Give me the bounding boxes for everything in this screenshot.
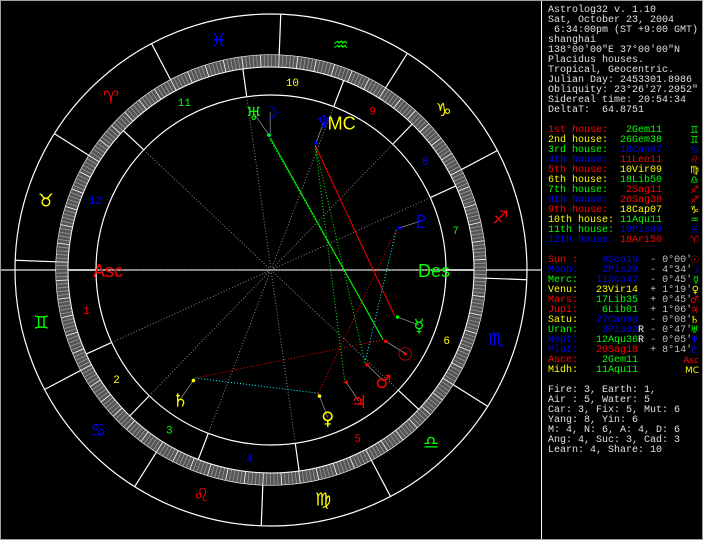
house-cusp-tick — [294, 443, 300, 472]
house-cusp-line — [270, 269, 296, 444]
des-label: Des — [418, 261, 450, 281]
angle-row: Midh: 11Aqu11 — [548, 366, 638, 376]
sign-scorpio-icon: ♏ — [488, 330, 504, 351]
aspect-line — [195, 377, 319, 394]
sign-divider — [460, 149, 498, 171]
delta-t: DeltaT: 64.8751 — [548, 105, 645, 116]
sign-aries-icon: ♈ — [103, 87, 119, 108]
house-cusp-line — [207, 269, 272, 434]
house-cusp: 18Ari50 — [620, 235, 663, 246]
house-cusp-tick — [430, 185, 457, 199]
planet-marker — [314, 141, 319, 145]
house-number: 1 — [83, 306, 90, 318]
sign-divider — [54, 133, 90, 157]
sign-sagittarius-icon: ♐ — [493, 208, 509, 229]
planet-marker — [397, 226, 402, 230]
house-cusp-tick — [242, 68, 248, 97]
house-cusp-tick — [129, 395, 150, 417]
sign-cancer-icon: ♋ — [90, 420, 106, 441]
aspect-line — [195, 339, 384, 379]
planet-glyph-icon: ♂ — [375, 372, 391, 393]
house-number: 3 — [166, 425, 173, 437]
aspect-line — [364, 228, 397, 363]
house-number: 4 — [246, 454, 253, 466]
sign-virgo-icon: ♍ — [315, 490, 331, 511]
planet-marker — [344, 380, 348, 384]
house-number: 9 — [369, 107, 376, 119]
house-number: 10 — [286, 78, 299, 90]
planet-glyph-icon: ☉ — [397, 344, 413, 365]
sign-divider — [44, 369, 82, 391]
house-cusp-tick — [197, 433, 209, 460]
house-cusp-line — [270, 143, 394, 271]
sign-divider — [150, 43, 172, 81]
sign-divider — [370, 459, 392, 497]
planet-latitude: + 8°14' — [650, 345, 693, 356]
sign-leo-icon: ♌ — [193, 485, 209, 506]
angle-position: 11Aqu11 — [596, 365, 639, 376]
planet-glyph-icon: ☿ — [414, 316, 425, 337]
house-row: 12th house: 18Ari50 — [548, 236, 662, 246]
planet-marker — [317, 394, 322, 398]
planet-glyph-icon: ♇ — [413, 212, 429, 233]
planet-glyph-icon: ☽ — [262, 103, 278, 124]
angle-glyph-icon: MC — [684, 366, 699, 376]
planet-glyph-icon: ♅ — [246, 104, 262, 125]
house-number: 7 — [452, 226, 459, 238]
natal-chart-wheel: ♈♉♊♋♌ ♍♎♏♐♑♒♓123456789101112♄♀♃♂☉☿♇♆☽♅Asc… — [1, 13, 541, 527]
summary-line: Learn: 4, Share: 10 — [548, 445, 663, 456]
info-panel: Astrolog32 v. 1.10 Sat, October 23, 2004… — [541, 1, 702, 539]
sign-divider — [260, 484, 264, 526]
house-cusp-tick — [397, 389, 420, 410]
planet-marker — [267, 133, 271, 137]
mc-label: MC — [328, 113, 356, 133]
sign-gemini-icon: ♊ — [33, 312, 49, 333]
sign-divider — [384, 53, 408, 89]
sign-pisces-icon: ♓ — [211, 30, 227, 51]
house-cusp-tick — [333, 80, 345, 107]
planet-marker — [365, 362, 369, 367]
sign-libra-icon: ♎ — [423, 433, 439, 454]
planet-glyph-icon: ♄ — [172, 390, 188, 411]
aspect-line — [314, 145, 366, 363]
planet-marker — [383, 339, 388, 344]
astrolog-window: ♈ ♉ ♊ ♋ ♌ ♍ ♎ ♏ ♐ ♑ ♒ ♓ 1 2 3 4 5 6 7 8 9 10 11 12 ♄ ♀ ♃ ♂ ☉ ☿ ♇ ♆ ☽ ♅ Asc… — [0, 0, 703, 540]
sign-taurus-icon: ♉ — [38, 190, 54, 211]
planet-glyph-icon: ♀ — [321, 408, 334, 429]
house-cusp-tick — [85, 341, 112, 355]
house-cusp-line — [148, 269, 272, 397]
sign-aquarius-icon: ♒ — [332, 35, 348, 56]
house-number: 8 — [422, 157, 429, 169]
sign-capricorn-icon: ♑ — [436, 100, 452, 121]
house-number: 5 — [354, 434, 361, 446]
house-cusp-line — [143, 149, 272, 271]
sign-divider — [134, 451, 158, 487]
planet-glyph-icon: ♃ — [351, 392, 367, 413]
house-label: 12th house: — [548, 235, 615, 246]
planet-glyph-icon: ♇ — [690, 345, 699, 356]
sign-aries-icon: ♈ — [690, 235, 699, 246]
house-number: 6 — [443, 336, 450, 348]
planet-marker — [191, 378, 196, 383]
sign-divider — [15, 259, 57, 263]
aspect-line — [317, 228, 397, 394]
planet-marker — [395, 315, 400, 319]
angle-name: Midh: — [548, 365, 579, 376]
sign-divider — [485, 277, 527, 281]
house-number: 11 — [178, 98, 192, 110]
house-cusp-tick — [392, 123, 413, 145]
house-cusp-tick — [122, 130, 145, 151]
asc-label: Asc — [93, 261, 123, 281]
aspect-line — [314, 145, 396, 317]
angle-glyph-icon: Asc — [683, 356, 699, 366]
house-number: 12 — [89, 196, 102, 208]
sign-divider — [278, 14, 282, 56]
sign-divider — [452, 383, 488, 407]
house-number: 2 — [113, 375, 120, 387]
